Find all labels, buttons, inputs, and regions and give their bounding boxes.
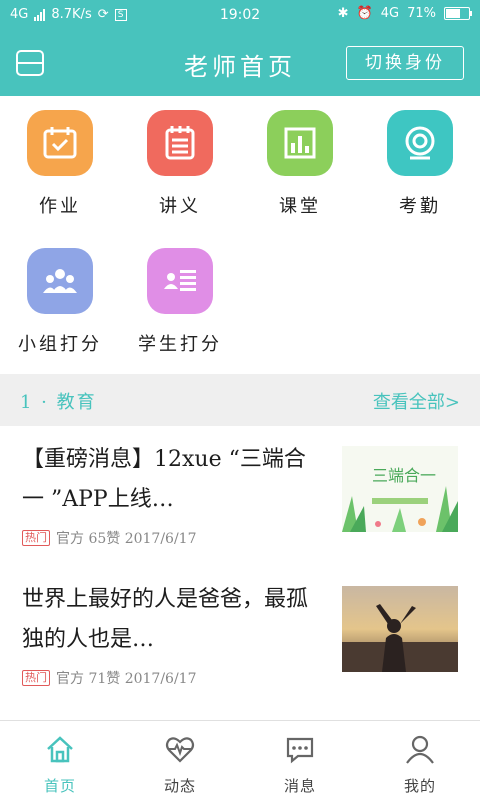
network-2-label: 4G	[380, 6, 400, 21]
tab-home[interactable]: 首页	[0, 721, 120, 801]
battery-icon	[444, 7, 472, 20]
thumbnail-text: 三端合一	[372, 466, 437, 485]
heartbeat-icon	[165, 737, 195, 763]
function-grid: 作业 讲义 课堂 考勤 小组打分 学生打分	[0, 96, 480, 374]
id-card-icon	[147, 248, 213, 314]
news-item[interactable]: 【重磅消息】12xue “三端合一 ”APP上线… 热门 官方 65赞 2017…	[0, 426, 480, 567]
view-all-link[interactable]: 查看全部>	[373, 388, 460, 414]
news-title: 【重磅消息】12xue “三端合一 ”APP上线…	[22, 447, 306, 512]
news-meta-row: 热门 官方 65赞 2017/6/17	[22, 528, 197, 548]
grid-item-label: 作业	[39, 196, 81, 217]
app-header: 老师首页 切换身份	[0, 30, 480, 96]
tab-messages[interactable]: 消息	[240, 721, 360, 801]
notepad-icon	[147, 110, 213, 176]
news-meta: 官方 65赞 2017/6/17	[56, 531, 197, 547]
user-icon	[406, 735, 434, 764]
grid-item-group-score[interactable]: 小组打分	[0, 234, 120, 364]
tab-label: 首页	[43, 777, 76, 795]
hot-badge: 热门	[22, 530, 50, 546]
battery-percent: 71%	[407, 6, 436, 21]
tab-mine[interactable]: 我的	[360, 721, 480, 801]
bottom-tab-bar: 首页 动态 消息 我的	[0, 720, 480, 801]
tab-activity[interactable]: 动态	[120, 721, 240, 801]
grid-item-label: 课堂	[279, 196, 321, 217]
news-thumbnail: 三端合一	[342, 446, 458, 532]
status-right: ✱ ⏰ 4G 71%	[337, 6, 472, 21]
grid-item-label: 讲义	[159, 196, 201, 217]
chat-bubble-icon	[286, 737, 314, 764]
section-title: 1 · 教育	[20, 392, 97, 413]
section-header: 1 · 教育 查看全部>	[0, 374, 480, 426]
news-thumbnail	[342, 586, 458, 672]
bluetooth-icon: ✱	[337, 6, 349, 21]
grid-item-label: 考勤	[399, 196, 441, 217]
news-item[interactable]: 世界上最好的人是爸爸，最孤独的人也是… 热门 官方 71赞 2017/6/17	[0, 566, 480, 707]
grid-item-student-score[interactable]: 学生打分	[120, 234, 240, 364]
bar-chart-icon	[267, 110, 333, 176]
status-bar: 4G 8.7K/s ⟳ S 19:02 ✱ ⏰ 4G 71%	[0, 0, 480, 30]
news-meta-row: 热门 官方 71赞 2017/6/17	[22, 668, 197, 688]
grid-item-homework[interactable]: 作业	[0, 96, 120, 226]
grid-item-label: 学生打分	[138, 334, 222, 355]
tab-label: 消息	[283, 777, 316, 795]
grid-item-label: 小组打分	[18, 334, 102, 355]
grid-item-classroom[interactable]: 课堂	[240, 96, 360, 226]
grid-item-attendance[interactable]: 考勤	[360, 96, 480, 226]
camera-icon	[387, 110, 453, 176]
tab-label: 我的	[403, 777, 436, 795]
hot-badge: 热门	[22, 670, 50, 686]
home-icon	[47, 736, 73, 763]
alarm-icon: ⏰	[356, 6, 373, 21]
grid-item-handout[interactable]: 讲义	[120, 96, 240, 226]
switch-identity-button[interactable]: 切换身份	[346, 46, 464, 80]
tab-label: 动态	[163, 777, 196, 795]
battery-fill	[446, 9, 460, 18]
calendar-check-icon	[27, 110, 93, 176]
group-icon	[27, 248, 93, 314]
news-title: 世界上最好的人是爸爸，最孤独的人也是…	[22, 587, 309, 652]
news-meta: 官方 71赞 2017/6/17	[56, 671, 197, 687]
